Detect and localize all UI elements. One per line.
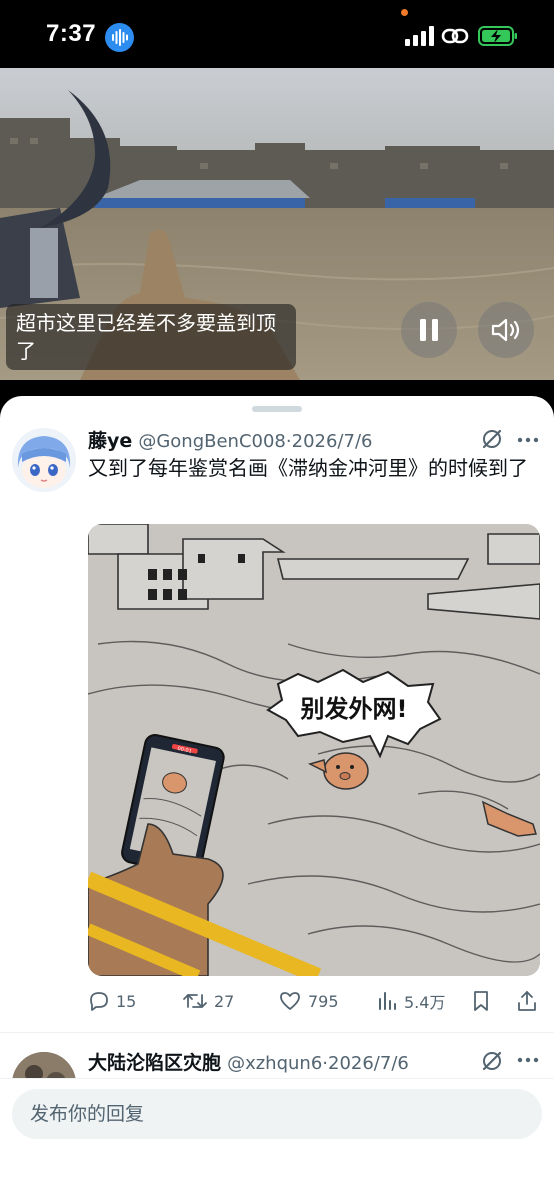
- personal-hotspot-icon: [441, 28, 469, 44]
- status-bar: 7:37: [0, 0, 554, 68]
- camera-indicator-dot: [401, 9, 408, 16]
- battery-charging-icon: [478, 26, 517, 46]
- tweet-date[interactable]: 2026/7/6: [292, 431, 373, 452]
- voice-memo-icon[interactable]: [105, 23, 134, 52]
- video-player[interactable]: 超市这里已经差不多要盖到顶了: [0, 68, 554, 380]
- reply-count: 15: [116, 991, 137, 1011]
- video-caption: 超市这里已经差不多要盖到顶了: [6, 304, 296, 370]
- heart-icon: [280, 992, 300, 1010]
- speech-bubble-text: 别发外网!: [300, 695, 408, 723]
- more-options-icon[interactable]: [516, 436, 540, 444]
- comments-sheet: 藤ye @GongBenC008·2026/7/6 又到了每年鉴赏名画《滞纳金冲…: [0, 396, 554, 1200]
- tweet-header: 大陆沦陷区灾胞 @xzhqun6·2026/7/6: [88, 1048, 409, 1075]
- retweet-icon: [183, 994, 207, 1008]
- sheet-drag-handle[interactable]: [252, 406, 302, 412]
- views-chart-icon: [379, 992, 396, 1010]
- grok-icon[interactable]: [481, 428, 503, 450]
- user-handle[interactable]: @xzhqun6: [227, 1053, 322, 1074]
- user-handle[interactable]: @GongBenC008: [138, 431, 286, 452]
- bookmark-button[interactable]: [470, 986, 498, 1016]
- avatar[interactable]: [12, 428, 76, 492]
- tweet-date[interactable]: 2026/7/6: [328, 1053, 409, 1074]
- like-action[interactable]: 795: [278, 986, 339, 1016]
- sound-button[interactable]: [478, 302, 534, 358]
- like-count: 795: [308, 991, 339, 1011]
- display-name[interactable]: 大陆沦陷区灾胞: [88, 1052, 221, 1074]
- tweet-text: 又到了每年鉴赏名画《滞纳金冲河里》的时候到了: [88, 456, 528, 480]
- views-action[interactable]: 5.4万: [376, 986, 445, 1016]
- pause-icon: [420, 319, 438, 341]
- comic-illustration: 别发外网! 00:01: [88, 524, 540, 976]
- tweet-divider: [0, 1032, 554, 1033]
- status-time: 7:37: [46, 20, 97, 47]
- signal-icon: [405, 26, 434, 46]
- tweet-header: 藤ye @GongBenC008·2026/7/6: [88, 426, 372, 453]
- retweet-action[interactable]: 27: [182, 986, 234, 1016]
- reply-action[interactable]: 15: [88, 986, 136, 1016]
- reply-composer: 发布你的回复: [0, 1078, 554, 1200]
- pause-button[interactable]: [401, 302, 457, 358]
- more-options-icon[interactable]: [516, 1056, 540, 1064]
- grok-icon[interactable]: [481, 1050, 503, 1072]
- anime-avatar-image: [12, 428, 76, 492]
- share-button[interactable]: [516, 986, 544, 1016]
- bookmark-icon: [474, 991, 488, 1011]
- reply-input[interactable]: 发布你的回复: [12, 1089, 542, 1139]
- display-name[interactable]: 藤ye: [88, 430, 132, 452]
- speaker-icon: [491, 318, 520, 342]
- views-count: 5.4万: [404, 993, 446, 1012]
- tweet-image[interactable]: 别发外网! 00:01: [88, 524, 540, 976]
- share-icon: [518, 991, 536, 1011]
- tweet-actions: 15 27 795 5.4万: [0, 986, 554, 1016]
- reply-icon: [90, 992, 108, 1011]
- retweet-count: 27: [214, 991, 235, 1011]
